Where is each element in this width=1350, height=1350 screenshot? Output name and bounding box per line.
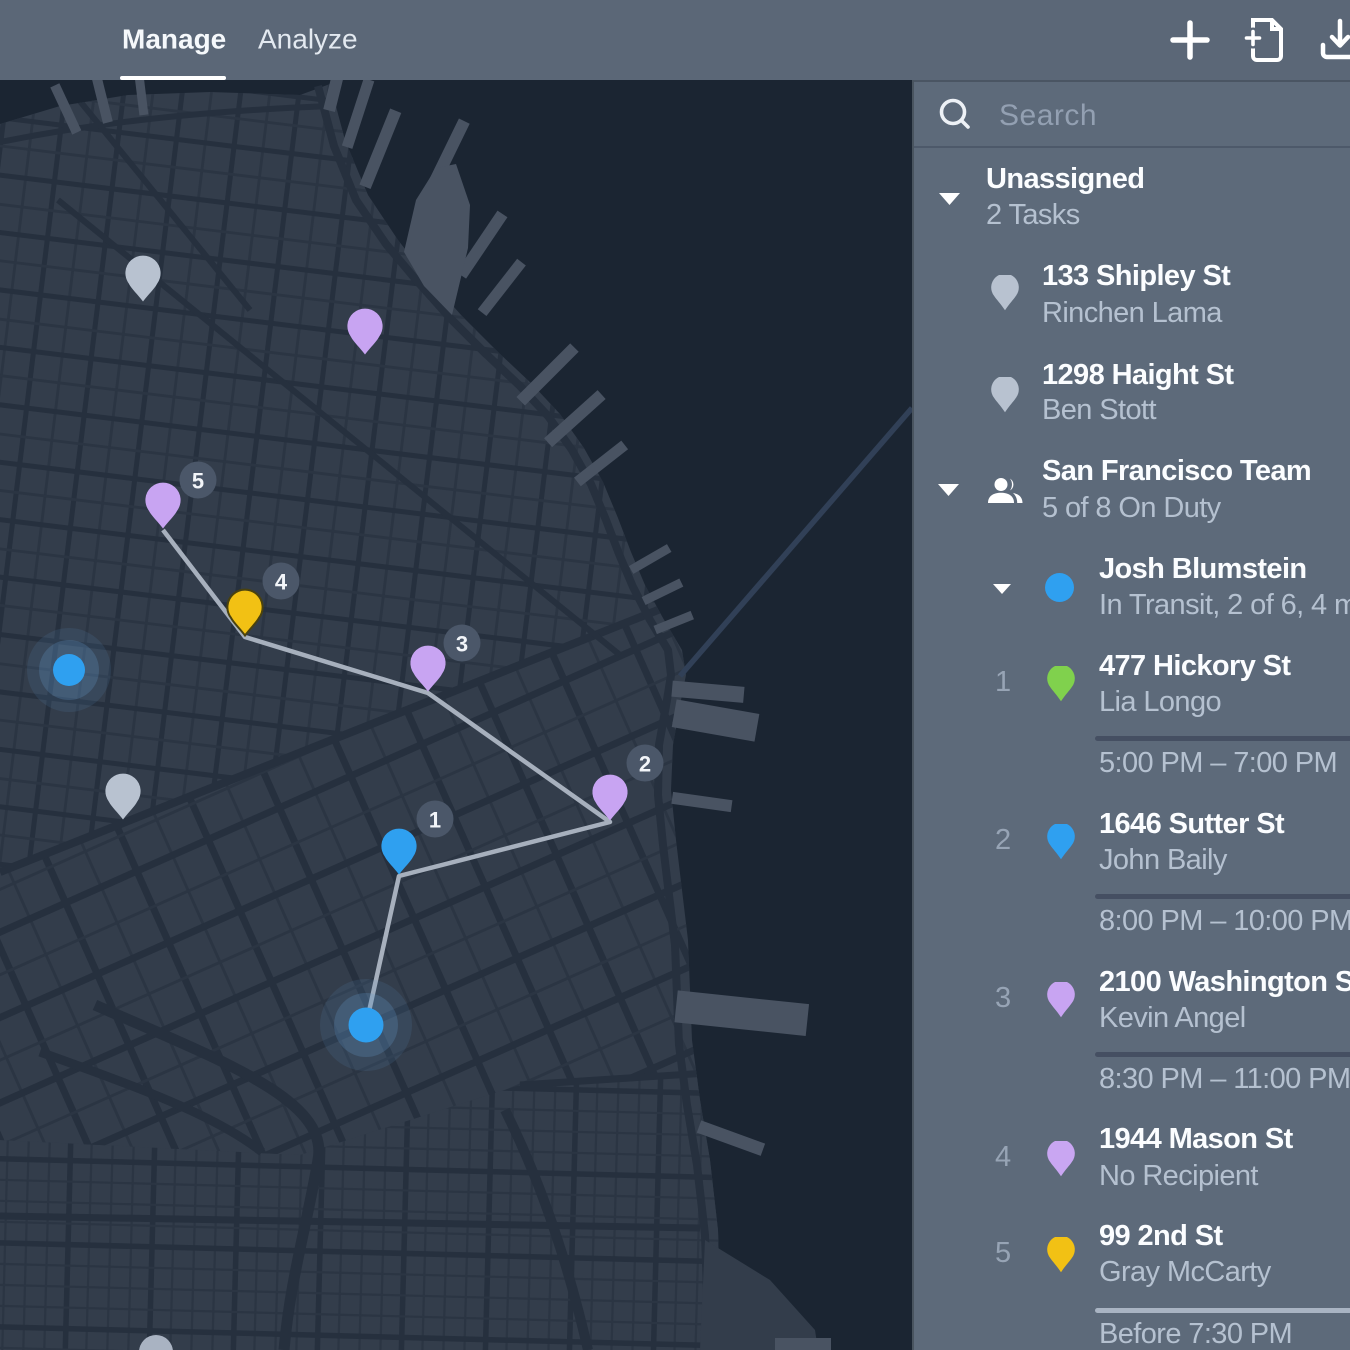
svg-text:2: 2 bbox=[639, 752, 651, 777]
svg-text:3: 3 bbox=[456, 632, 468, 657]
svg-text:1: 1 bbox=[429, 808, 441, 833]
svg-text:5: 5 bbox=[192, 469, 204, 494]
svg-text:4: 4 bbox=[275, 570, 288, 595]
